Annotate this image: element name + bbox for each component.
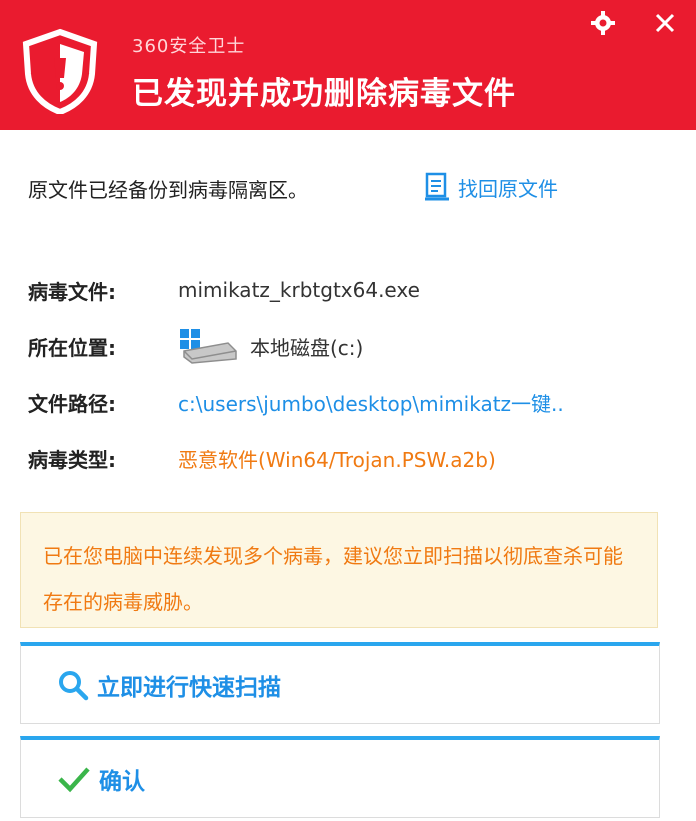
check-icon — [58, 766, 90, 792]
virus-file-value: mimikatz_krbtgtx64.exe — [178, 278, 420, 302]
search-icon — [59, 670, 89, 700]
header-title: 已发现并成功删除病毒文件 — [132, 76, 516, 112]
virus-type-label: 病毒类型: — [28, 447, 116, 472]
virus-type-value: 恶意软件(Win64/Trojan.PSW.a2b) — [178, 447, 496, 472]
restore-file-link[interactable]: 找回原文件 — [424, 170, 558, 204]
local-disk-icon — [180, 329, 237, 364]
virus-type-row: 病毒类型: 恶意软件(Win64/Trojan.PSW.a2b) — [28, 442, 496, 474]
confirm-label: 确认 — [99, 768, 145, 795]
virus-file-label: 病毒文件: — [28, 279, 116, 304]
path-row: 文件路径: c:\users\jumbo\desktop\mimikatz一键.… — [28, 386, 564, 418]
location-text: 本地磁盘(c:) — [250, 335, 364, 360]
header-bar: 360安全卫士 已发现并成功删除病毒文件 — [0, 0, 696, 130]
close-icon[interactable] — [652, 10, 678, 36]
quick-scan-label: 立即进行快速扫描 — [97, 674, 281, 701]
warning-notice: 已在您电脑中连续发现多个病毒，建议您立即扫描以彻底查杀可能存在的病毒威胁。 — [20, 512, 658, 628]
location-label: 所在位置: — [28, 335, 116, 360]
location-value: 本地磁盘(c:) — [178, 327, 363, 365]
warning-text: 已在您电脑中连续发现多个病毒，建议您立即扫描以彻底查杀可能存在的病毒威胁。 — [43, 544, 623, 614]
path-label: 文件路径: — [28, 391, 116, 416]
gear-icon[interactable] — [590, 10, 616, 36]
app-name: 360安全卫士 — [132, 36, 246, 57]
document-icon — [425, 172, 449, 201]
file-path-link[interactable]: c:\users\jumbo\desktop\mimikatz一键.. — [178, 388, 564, 417]
quick-scan-button[interactable]: 立即进行快速扫描 — [20, 642, 660, 724]
virus-file-row: 病毒文件: mimikatz_krbtgtx64.exe — [28, 274, 420, 306]
shield-icon — [22, 28, 98, 114]
location-row: 所在位置: 本地磁盘(c:) — [28, 327, 363, 365]
confirm-button[interactable]: 确认 — [20, 736, 660, 818]
backup-message: 原文件已经备份到病毒隔离区。 — [28, 178, 308, 202]
restore-file-label[interactable]: 找回原文件 — [458, 173, 558, 202]
